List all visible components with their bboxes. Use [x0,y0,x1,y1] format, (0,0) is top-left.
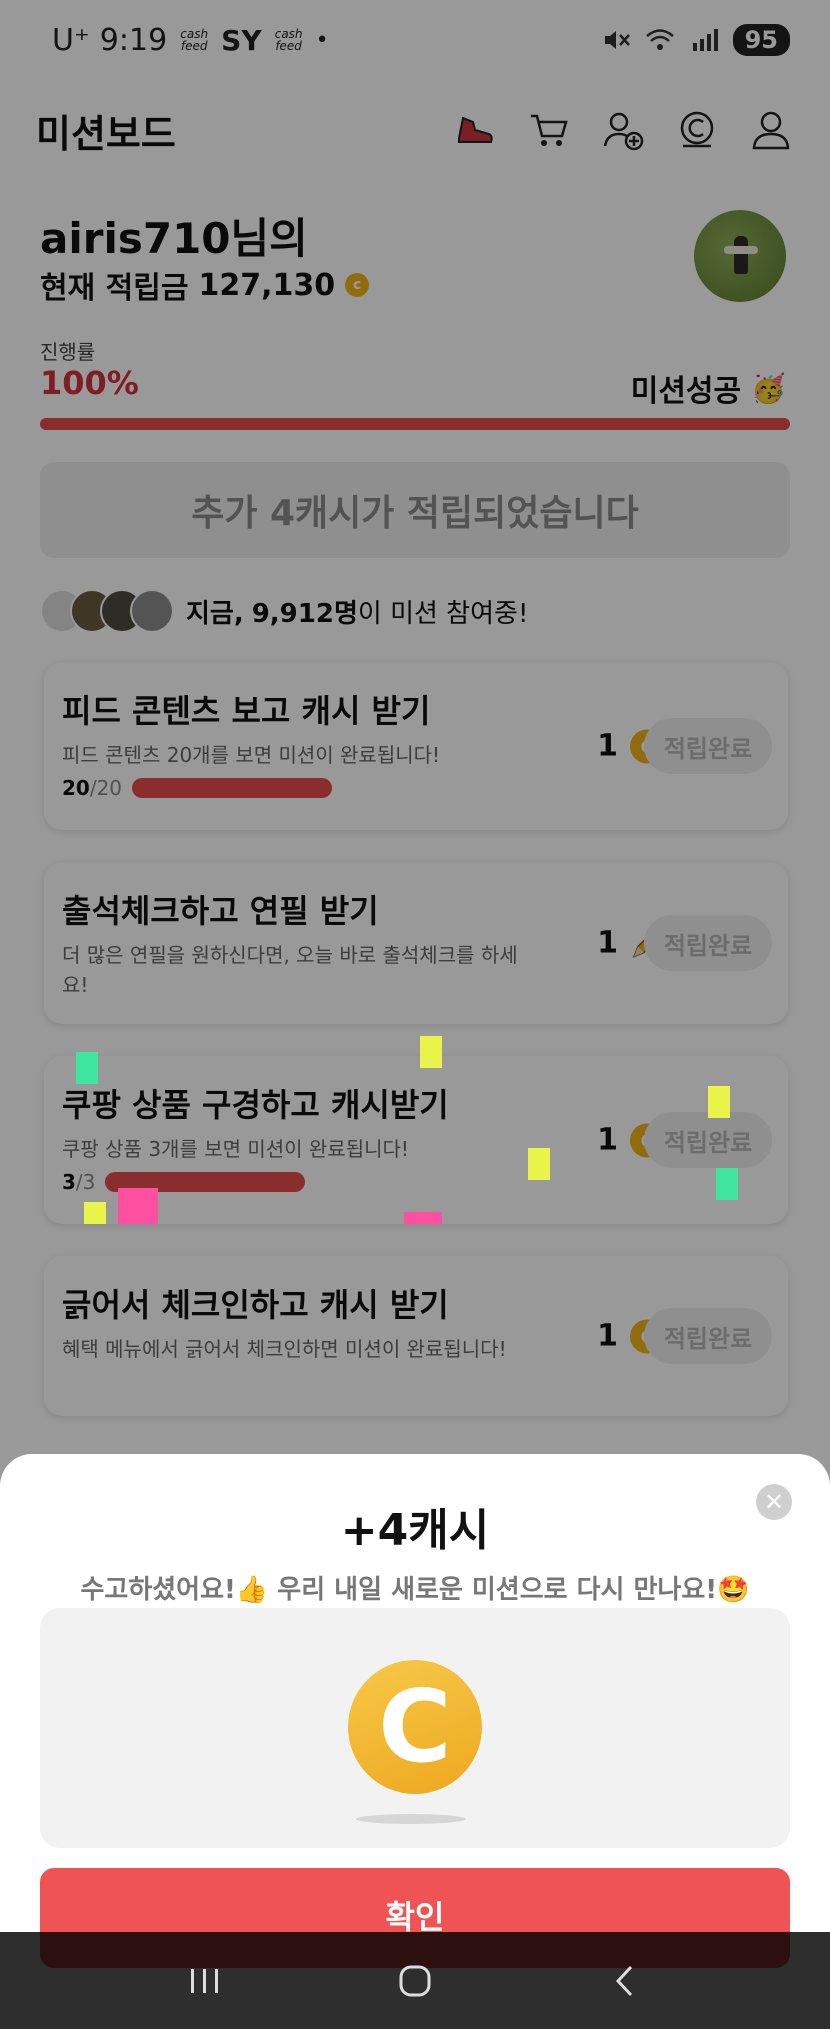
confetti-piece [404,1212,442,1224]
reward-panel: C [40,1608,790,1848]
confetti-piece [420,1036,442,1068]
confetti-piece [118,1188,158,1224]
confetti-piece [84,1202,106,1224]
coin-shadow [356,1814,466,1824]
recents-icon[interactable] [175,1951,235,2011]
confetti-piece [708,1086,730,1118]
system-nav-bar [0,1932,830,2029]
confetti-piece [76,1052,98,1084]
home-icon[interactable] [385,1951,445,2011]
coin-letter: C [378,1668,452,1785]
reward-subtitle: 수고하셨어요!👍 우리 내일 새로운 미션으로 다시 만나요!🤩 [80,1575,750,1605]
confetti-piece [528,1148,550,1180]
confetti-piece [716,1168,738,1200]
back-icon[interactable] [595,1951,655,2011]
close-icon[interactable]: ✕ [756,1484,792,1520]
coin-icon: C [348,1660,482,1794]
reward-title: +4캐시 [340,1505,490,1556]
